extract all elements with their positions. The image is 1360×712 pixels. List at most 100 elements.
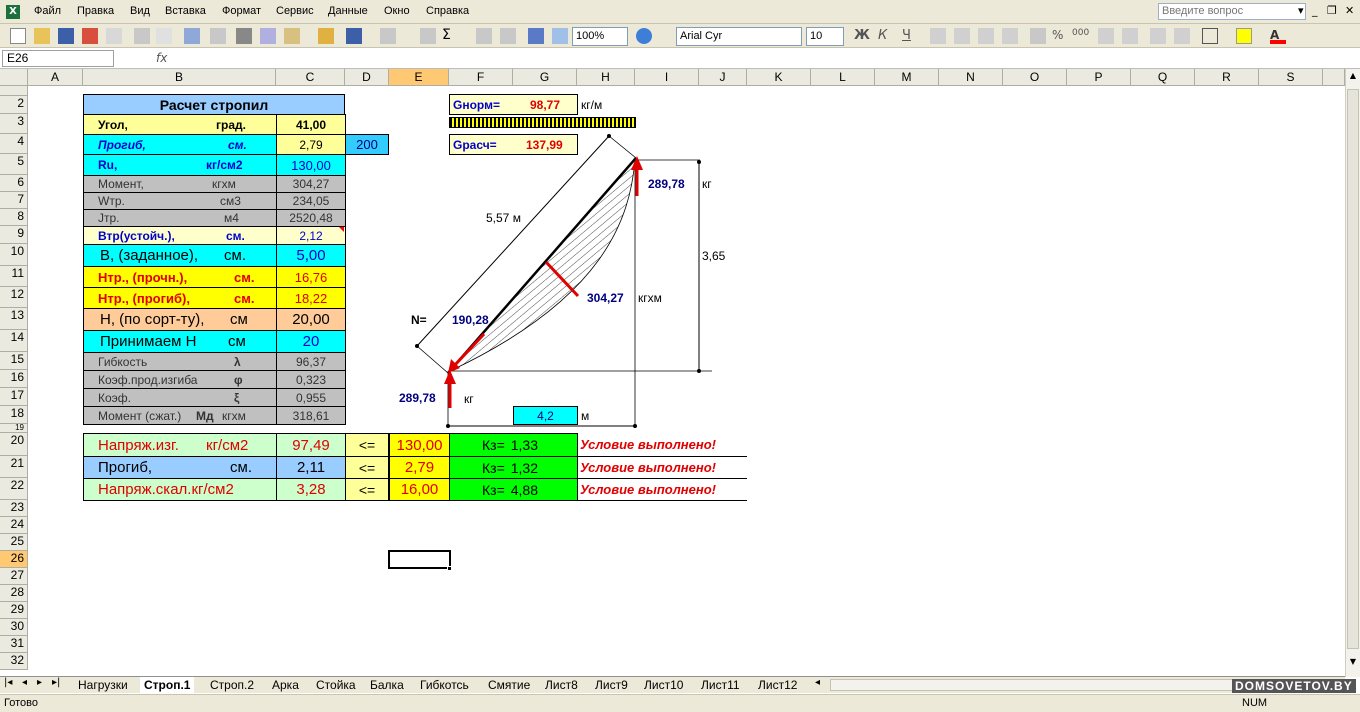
row-header-31[interactable]: 31: [0, 636, 28, 653]
tab-stoyka[interactable]: Стойка: [316, 677, 356, 693]
fill-handle[interactable]: [447, 566, 452, 571]
underline-icon[interactable]: Ч: [902, 28, 918, 44]
tab-strop2[interactable]: Строп.2: [210, 677, 254, 693]
check-deflection-limit[interactable]: 2,79: [389, 456, 450, 479]
check-deflection-kz-cell[interactable]: Кз= 1,32: [449, 456, 578, 479]
col-header-d[interactable]: D: [345, 69, 389, 86]
menu-view[interactable]: Вид: [130, 5, 150, 17]
koef-label-cell[interactable]: Коэф. ξ: [83, 388, 277, 407]
moment-value[interactable]: 304,27: [276, 175, 346, 193]
col-header-e[interactable]: E: [389, 69, 449, 86]
col-header-n[interactable]: N: [939, 69, 1003, 86]
row-header-11[interactable]: 11: [0, 266, 28, 287]
row-header-10[interactable]: 10: [0, 244, 28, 266]
check-stress-op[interactable]: <=: [345, 433, 389, 457]
decrease-indent-icon[interactable]: [1150, 28, 1166, 44]
research-icon[interactable]: [210, 28, 226, 44]
col-header-a[interactable]: A: [28, 69, 83, 86]
progib-label-cell[interactable]: Прогиб, см.: [83, 134, 277, 155]
col-header-g[interactable]: G: [513, 69, 577, 86]
htr1-value[interactable]: 16,76: [276, 266, 346, 288]
menu-edit[interactable]: Правка: [77, 5, 114, 17]
print-preview-icon[interactable]: [156, 28, 172, 44]
col-header-r[interactable]: R: [1195, 69, 1259, 86]
hprin-label-cell[interactable]: Принимаем Н см: [83, 330, 277, 353]
currency-icon[interactable]: [1030, 28, 1046, 44]
email-icon[interactable]: [106, 28, 122, 44]
comma-style-icon[interactable]: 000: [1072, 28, 1089, 44]
progib-extra[interactable]: 200: [345, 134, 389, 155]
htr2-value[interactable]: 18,22: [276, 287, 346, 309]
ru-label-cell[interactable]: Ru, кг/см2: [83, 154, 277, 176]
zoom-select[interactable]: 100%: [572, 27, 628, 46]
redo-icon[interactable]: [380, 28, 396, 44]
progib-value[interactable]: 2,79: [276, 134, 346, 155]
paste-icon[interactable]: [284, 28, 300, 44]
row-header-17[interactable]: 17: [0, 388, 28, 406]
first-sheet-icon[interactable]: |◂: [4, 677, 12, 688]
check-shear-kz-cell[interactable]: Кз= 4,88: [449, 478, 578, 501]
minimize-icon[interactable]: _: [1312, 4, 1318, 17]
menu-data[interactable]: Данные: [328, 5, 368, 17]
sort-asc-icon[interactable]: [476, 28, 492, 44]
format-painter-icon[interactable]: [318, 28, 334, 44]
wtr-value[interactable]: 234,05: [276, 192, 346, 210]
percent-icon[interactable]: %: [1052, 28, 1068, 44]
spelling-icon[interactable]: [184, 28, 200, 44]
check-deflection-msg[interactable]: Условие выполнено!: [577, 456, 747, 479]
row-header-29[interactable]: 29: [0, 602, 28, 619]
row-header-27[interactable]: 27: [0, 568, 28, 585]
col-header-h[interactable]: H: [577, 69, 635, 86]
check-deflection-label-cell[interactable]: Прогиб, см.: [83, 456, 277, 479]
row-header-1[interactable]: [0, 86, 28, 96]
col-header-b[interactable]: B: [83, 69, 276, 86]
row-header-5[interactable]: 5: [0, 154, 28, 175]
font-size-select[interactable]: 10: [806, 27, 844, 46]
col-header-j[interactable]: J: [699, 69, 747, 86]
menu-window[interactable]: Окно: [384, 5, 410, 17]
kpi-value[interactable]: 0,323: [276, 370, 346, 389]
row-header-3[interactable]: 3: [0, 114, 28, 134]
row-header-7[interactable]: 7: [0, 192, 28, 209]
row-header-13[interactable]: 13: [0, 308, 28, 330]
tab-list12[interactable]: Лист12: [758, 677, 797, 693]
check-deflection-op[interactable]: <=: [345, 456, 389, 479]
tab-list8[interactable]: Лист8: [545, 677, 578, 693]
help-question-input[interactable]: Введите вопрос: [1158, 3, 1306, 20]
col-header-l[interactable]: L: [811, 69, 875, 86]
check-deflection-value[interactable]: 2,11: [276, 456, 346, 479]
tab-smyatie[interactable]: Смятие: [488, 677, 530, 693]
menu-format[interactable]: Формат: [222, 5, 261, 17]
tab-nagruzki[interactable]: Нагрузки: [78, 677, 128, 693]
vertical-scrollbar[interactable]: ▲ ▼: [1345, 69, 1360, 677]
permission-icon[interactable]: [82, 28, 98, 44]
row-header-9[interactable]: 9: [0, 226, 28, 244]
col-header-f[interactable]: F: [449, 69, 513, 86]
decrease-decimal-icon[interactable]: [1122, 28, 1138, 44]
ugol-value[interactable]: 41,00: [276, 114, 346, 135]
bold-icon[interactable]: Ж: [854, 28, 870, 44]
row-header-21[interactable]: 21: [0, 456, 28, 478]
row-header-26[interactable]: 26: [0, 551, 28, 568]
kpi-label-cell[interactable]: Коэф.прод.изгиба φ: [83, 370, 277, 389]
undo-icon[interactable]: [346, 28, 362, 44]
merge-center-icon[interactable]: [1002, 28, 1018, 44]
row-header-23[interactable]: 23: [0, 500, 28, 517]
autosum-icon[interactable]: Σ: [442, 27, 458, 43]
row-header-6[interactable]: 6: [0, 175, 28, 192]
btr-label-cell[interactable]: Втр(устойч.), см.: [83, 226, 277, 245]
check-shear-op[interactable]: <=: [345, 478, 389, 501]
msz-value[interactable]: 318,61: [276, 406, 346, 425]
tab-list11[interactable]: Лист11: [701, 677, 740, 693]
ru-value[interactable]: 130,00: [276, 154, 346, 176]
col-header-m[interactable]: M: [875, 69, 939, 86]
menu-file[interactable]: Файл: [34, 5, 61, 17]
check-stress-value[interactable]: 97,49: [276, 433, 346, 457]
gnorm-box[interactable]: Gнорм= 98,77: [449, 94, 578, 115]
last-sheet-icon[interactable]: ▸|: [52, 677, 60, 688]
wtr-label-cell[interactable]: Wтр. см3: [83, 192, 277, 210]
sort-desc-icon[interactable]: [500, 28, 516, 44]
increase-decimal-icon[interactable]: [1098, 28, 1114, 44]
col-header-t[interactable]: [1323, 69, 1345, 86]
print-icon[interactable]: [134, 28, 150, 44]
